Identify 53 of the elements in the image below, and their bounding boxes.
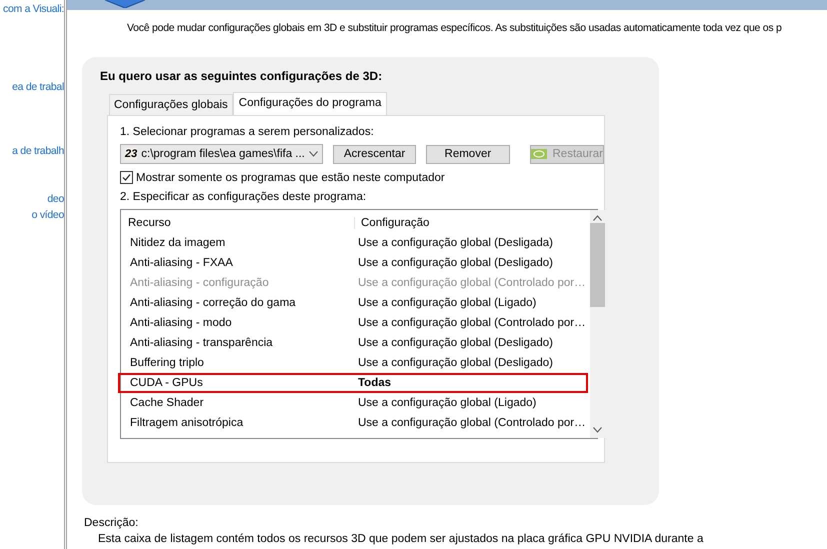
setting-cell: Use a configuração global (Desligada): [358, 237, 553, 249]
chevron-down-icon: [308, 151, 318, 157]
scrollbar[interactable]: [590, 210, 605, 438]
feature-cell-text: Buffering triplo: [130, 357, 205, 369]
description-text: Esta caixa de listagem contém todos os recursos 3D que podem ser ajustados na placa gráfica GPU NVIDIA durante a: [98, 532, 704, 547]
feature-cell-text: Anti-aliasing - modo: [130, 317, 233, 329]
intro-text: Você pode mudar configurações globais em 3D e substituir programas específicos. As substituições são usadas automaticamente toda vez que os p: [127, 21, 783, 36]
list-row[interactable]: Anti-aliasing - correção do gama Use a configuração global (Ligado): [118, 293, 588, 313]
checkbox[interactable]: [120, 171, 133, 184]
feature-cell-text: Anti-aliasing - FXAA: [130, 257, 234, 269]
list-row[interactable]: Nitidez da imagem Use a configuração global (Desligada): [118, 233, 588, 253]
feature-cell-text: CUDA - GPUs: [130, 377, 204, 389]
setting-cell: Todas: [358, 377, 392, 389]
feature-cell-text: Anti-aliasing - configuração: [130, 277, 270, 289]
action-button[interactable]: Remover: [426, 144, 510, 164]
description-label: Descrição:: [84, 516, 140, 531]
list-row[interactable]: Cache Shader Use a configuração global (Ligado): [118, 393, 588, 413]
program-dropdown[interactable]: 23 c:\program files\ea games\fifa ...: [120, 144, 323, 164]
sidebar-link[interactable]: a de trabalh: [12, 143, 64, 159]
feature-cell-text: Anti-aliasing - transparência: [130, 337, 274, 349]
list-row[interactable]: Filtragem anisotrópica Use a configuração global (Controlado por…: [118, 413, 588, 433]
setting-cell: Use a configuração global (Ligado): [358, 397, 536, 409]
panel-title: Eu quero usar as seguintes configurações de 3D:: [100, 69, 384, 83]
column-header[interactable]: Configuração: [355, 217, 430, 229]
setting-cell: Use a configuração global (Ligado): [358, 297, 536, 309]
step-label: 1. Selecionar programas a serem personalizados:: [120, 126, 375, 138]
list-row[interactable]: Anti-aliasing - FXAA Use a configuração global (Desligado): [118, 253, 588, 273]
setting-cell: Use a configuração global (Desligado): [358, 357, 553, 369]
sidebar-link[interactable]: com a Visuali:: [3, 1, 64, 17]
sidebar-link[interactable]: o vídeo: [32, 207, 64, 223]
highlight-outline[interactable]: CUDA - GPUs Todas: [118, 373, 588, 393]
action-button[interactable]: Acrescentar: [332, 144, 416, 164]
setting-cell: Use a configuração global (Controlado por…: [358, 277, 586, 289]
setting-cell: Use a configuração global (Desligado): [358, 257, 553, 269]
setting-cell: Use a configuração global (Controlado por…: [358, 317, 586, 329]
tab[interactable]: Configurações globais: [109, 94, 233, 115]
setting-cell: Use a configuração global (Desligado): [358, 337, 553, 349]
sidebar-link[interactable]: deo: [47, 191, 64, 207]
feature-cell-text: Filtragem anisotrópica: [130, 417, 244, 429]
chevron-down-icon: [592, 427, 602, 433]
checkbox-label: Mostrar somente os programas que estão neste computador: [136, 172, 445, 184]
list-row[interactable]: Buffering triplo Use a configuração global (Desligado): [118, 353, 588, 373]
step-label: 2. Especificar as configurações deste programa:: [120, 191, 368, 203]
feature-cell-text: Anti-aliasing - correção do gama: [130, 297, 297, 309]
feature-cell-text: Cache Shader: [130, 397, 205, 409]
tab[interactable]: Configurações do programa: [232, 92, 388, 115]
feature-cell-text: Nitidez da imagem: [130, 237, 226, 249]
list-row[interactable]: Anti-aliasing - modo Use a configuração global (Controlado por…: [118, 313, 588, 333]
list-row[interactable]: Anti-aliasing - transparência Use a configuração global (Desligado): [118, 333, 588, 353]
column-header[interactable]: Recurso: [128, 217, 355, 229]
setting-cell: Use a configuração global (Controlado por…: [358, 417, 586, 429]
chevron-up-icon: [592, 215, 602, 221]
sidebar-link[interactable]: ea de trabal: [12, 79, 64, 95]
